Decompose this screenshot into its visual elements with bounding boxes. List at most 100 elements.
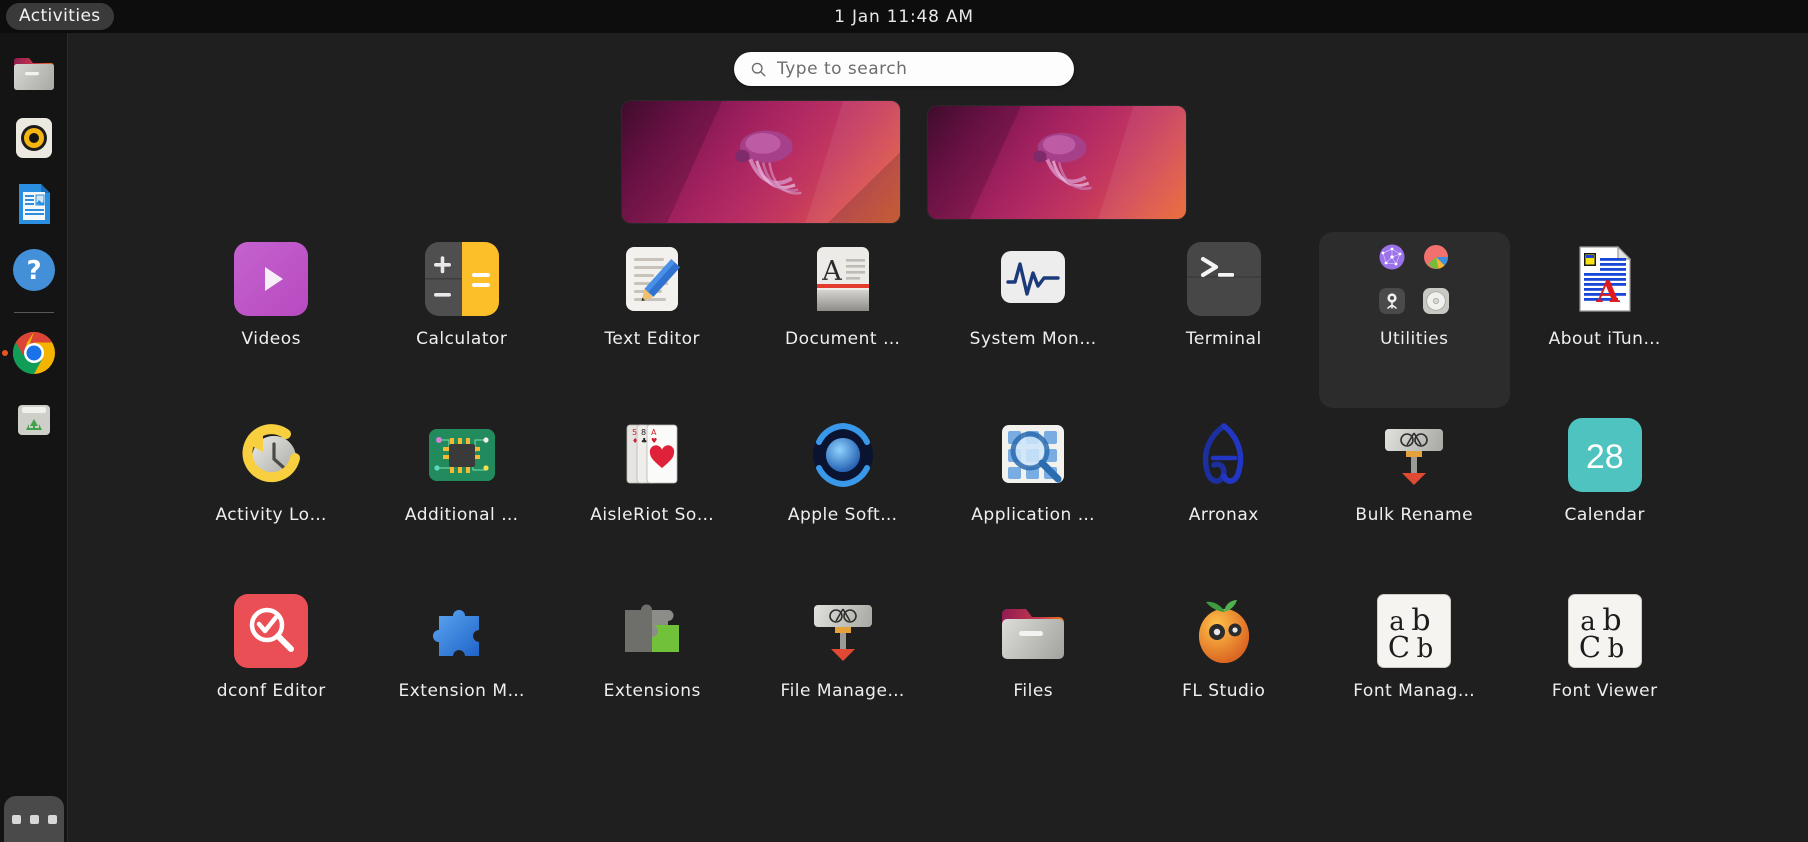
jellyfish-art [735, 130, 802, 195]
grid-dots-icon [29, 814, 39, 824]
app-label: Utilities [1380, 329, 1449, 349]
system-monitor-icon [996, 242, 1070, 316]
workspace-thumbnails [0, 101, 1808, 223]
clock-label[interactable]: 1 Jan 11:48 AM [834, 7, 974, 27]
app-label: Text Editor [604, 329, 701, 349]
apple-software-update-icon [806, 418, 880, 492]
terminal-icon [1186, 242, 1261, 316]
activities-button[interactable]: Activities [6, 3, 114, 30]
app-application-finder[interactable]: Application … [938, 408, 1129, 584]
app-label: Extensions [603, 681, 701, 701]
app-label: Apple Soft… [787, 505, 898, 525]
app-label: Arronax [1188, 505, 1259, 525]
app-additional-drivers[interactable]: Additional … [367, 408, 558, 584]
app-folder-utilities[interactable]: Utilities [1319, 232, 1510, 408]
app-apple-software-update[interactable]: Apple Soft… [748, 408, 939, 584]
app-extension-manager[interactable]: Extension M… [367, 584, 558, 760]
dock-separator [13, 312, 54, 313]
app-activity-log[interactable]: Activity Lo… [176, 408, 367, 584]
dock-item-help[interactable]: ? [6, 242, 62, 298]
app-extensions[interactable]: Extensions [557, 584, 748, 760]
search-area: Type to search [0, 52, 1808, 86]
fl-studio-icon [1187, 594, 1261, 668]
app-font-viewer[interactable]: a b C b Font Viewer [1510, 584, 1701, 760]
app-label: AisleRiot So… [590, 505, 715, 525]
activities-label: Activities [19, 5, 101, 26]
dock-item-libreoffice-writer[interactable] [6, 176, 62, 232]
search-placeholder: Type to search [777, 59, 908, 79]
calculator-icon [424, 242, 499, 316]
clock: 1 Jan 11:48 AM [0, 0, 1808, 33]
app-label: Font Viewer [1551, 681, 1658, 701]
app-system-monitor[interactable]: System Mon… [938, 232, 1129, 408]
files-folder-icon [996, 594, 1070, 668]
app-terminal[interactable]: Terminal [1129, 232, 1320, 408]
app-about-itunes[interactable]: A About iTun… [1510, 232, 1701, 408]
app-arronax[interactable]: Arronax [1129, 408, 1320, 584]
app-aisleriot-solitaire[interactable]: 5 ♦ 8 ♣ A ♥ AisleRiot So… [557, 408, 748, 584]
logs-icon [1379, 288, 1406, 314]
app-grid: Videos Calculator Text Editor A Document… [68, 232, 1808, 842]
folder-icon [10, 48, 58, 96]
workspace-thumbnail-1[interactable] [622, 101, 900, 223]
app-file-manager[interactable]: File Manage… [748, 584, 939, 760]
app-label: Terminal [1185, 329, 1262, 349]
svg-text:b: b [1412, 603, 1431, 638]
disk-usage-pie-icon [1423, 244, 1449, 270]
grid-dots-icon [47, 814, 57, 824]
dock-item-rhythmbox[interactable] [6, 110, 62, 166]
jellyfish-art [1033, 132, 1093, 190]
dash-dock: ? [0, 33, 68, 842]
calendar-day: 28 [1585, 437, 1624, 476]
extension-manager-icon [425, 594, 499, 668]
app-label: File Manage… [780, 681, 905, 701]
dock-item-files[interactable] [6, 44, 62, 100]
app-dconf-editor[interactable]: dconf Editor [176, 584, 367, 760]
svg-text:5: 5 [632, 428, 637, 437]
dconf-editor-icon [234, 594, 309, 668]
app-label: Document … [785, 329, 901, 349]
question-mark-icon: ? [10, 246, 58, 294]
chrome-icon [10, 329, 58, 377]
file-manager-icon [806, 594, 880, 668]
svg-text:A: A [651, 428, 657, 437]
font-viewer-icon: a b C b [1567, 594, 1642, 668]
svg-text:A: A [1595, 275, 1620, 310]
search-icon [751, 62, 766, 76]
dock-item-google-chrome[interactable] [1, 325, 62, 381]
app-fl-studio[interactable]: FL Studio [1129, 584, 1320, 760]
svg-text:b: b [1602, 603, 1621, 638]
document-viewer-icon: A [806, 242, 880, 316]
workspace-thumbnail-2[interactable] [928, 106, 1186, 219]
app-label: Calendar [1564, 505, 1645, 525]
app-videos[interactable]: Videos [176, 232, 367, 408]
app-font-manager[interactable]: a b C b Font Manag… [1319, 584, 1510, 760]
app-calendar[interactable]: 28 Calendar [1510, 408, 1701, 584]
show-applications-button[interactable] [4, 796, 64, 842]
svg-text:8: 8 [641, 428, 646, 437]
app-label: dconf Editor [216, 681, 326, 701]
bulk-rename-icon [1377, 418, 1451, 492]
svg-text:b: b [1607, 634, 1624, 664]
app-label: Font Manag… [1353, 681, 1476, 701]
rtf-document-icon: A [1568, 242, 1642, 316]
svg-text:?: ? [26, 256, 41, 286]
app-text-editor[interactable]: Text Editor [557, 232, 748, 408]
app-calculator[interactable]: Calculator [367, 232, 558, 408]
app-label: Videos [241, 329, 301, 349]
aisleriot-cards-icon: 5 ♦ 8 ♣ A ♥ [615, 418, 689, 492]
app-label: About iTun… [1548, 329, 1661, 349]
app-files[interactable]: Files [938, 584, 1129, 760]
calendar-icon: 28 [1567, 418, 1642, 492]
svg-text:♣: ♣ [641, 437, 647, 445]
grid-dots-icon [11, 814, 21, 824]
dock-item-trash[interactable] [6, 391, 62, 447]
app-bulk-rename[interactable]: Bulk Rename [1319, 408, 1510, 584]
font-manager-icon: a b C b [1377, 594, 1452, 668]
videos-icon [234, 242, 309, 316]
app-document-viewer[interactable]: A Document … [748, 232, 939, 408]
svg-text:A: A [821, 256, 842, 287]
app-label: Files [1013, 681, 1054, 701]
extensions-icon [615, 594, 689, 668]
search-input[interactable]: Type to search [734, 52, 1074, 86]
